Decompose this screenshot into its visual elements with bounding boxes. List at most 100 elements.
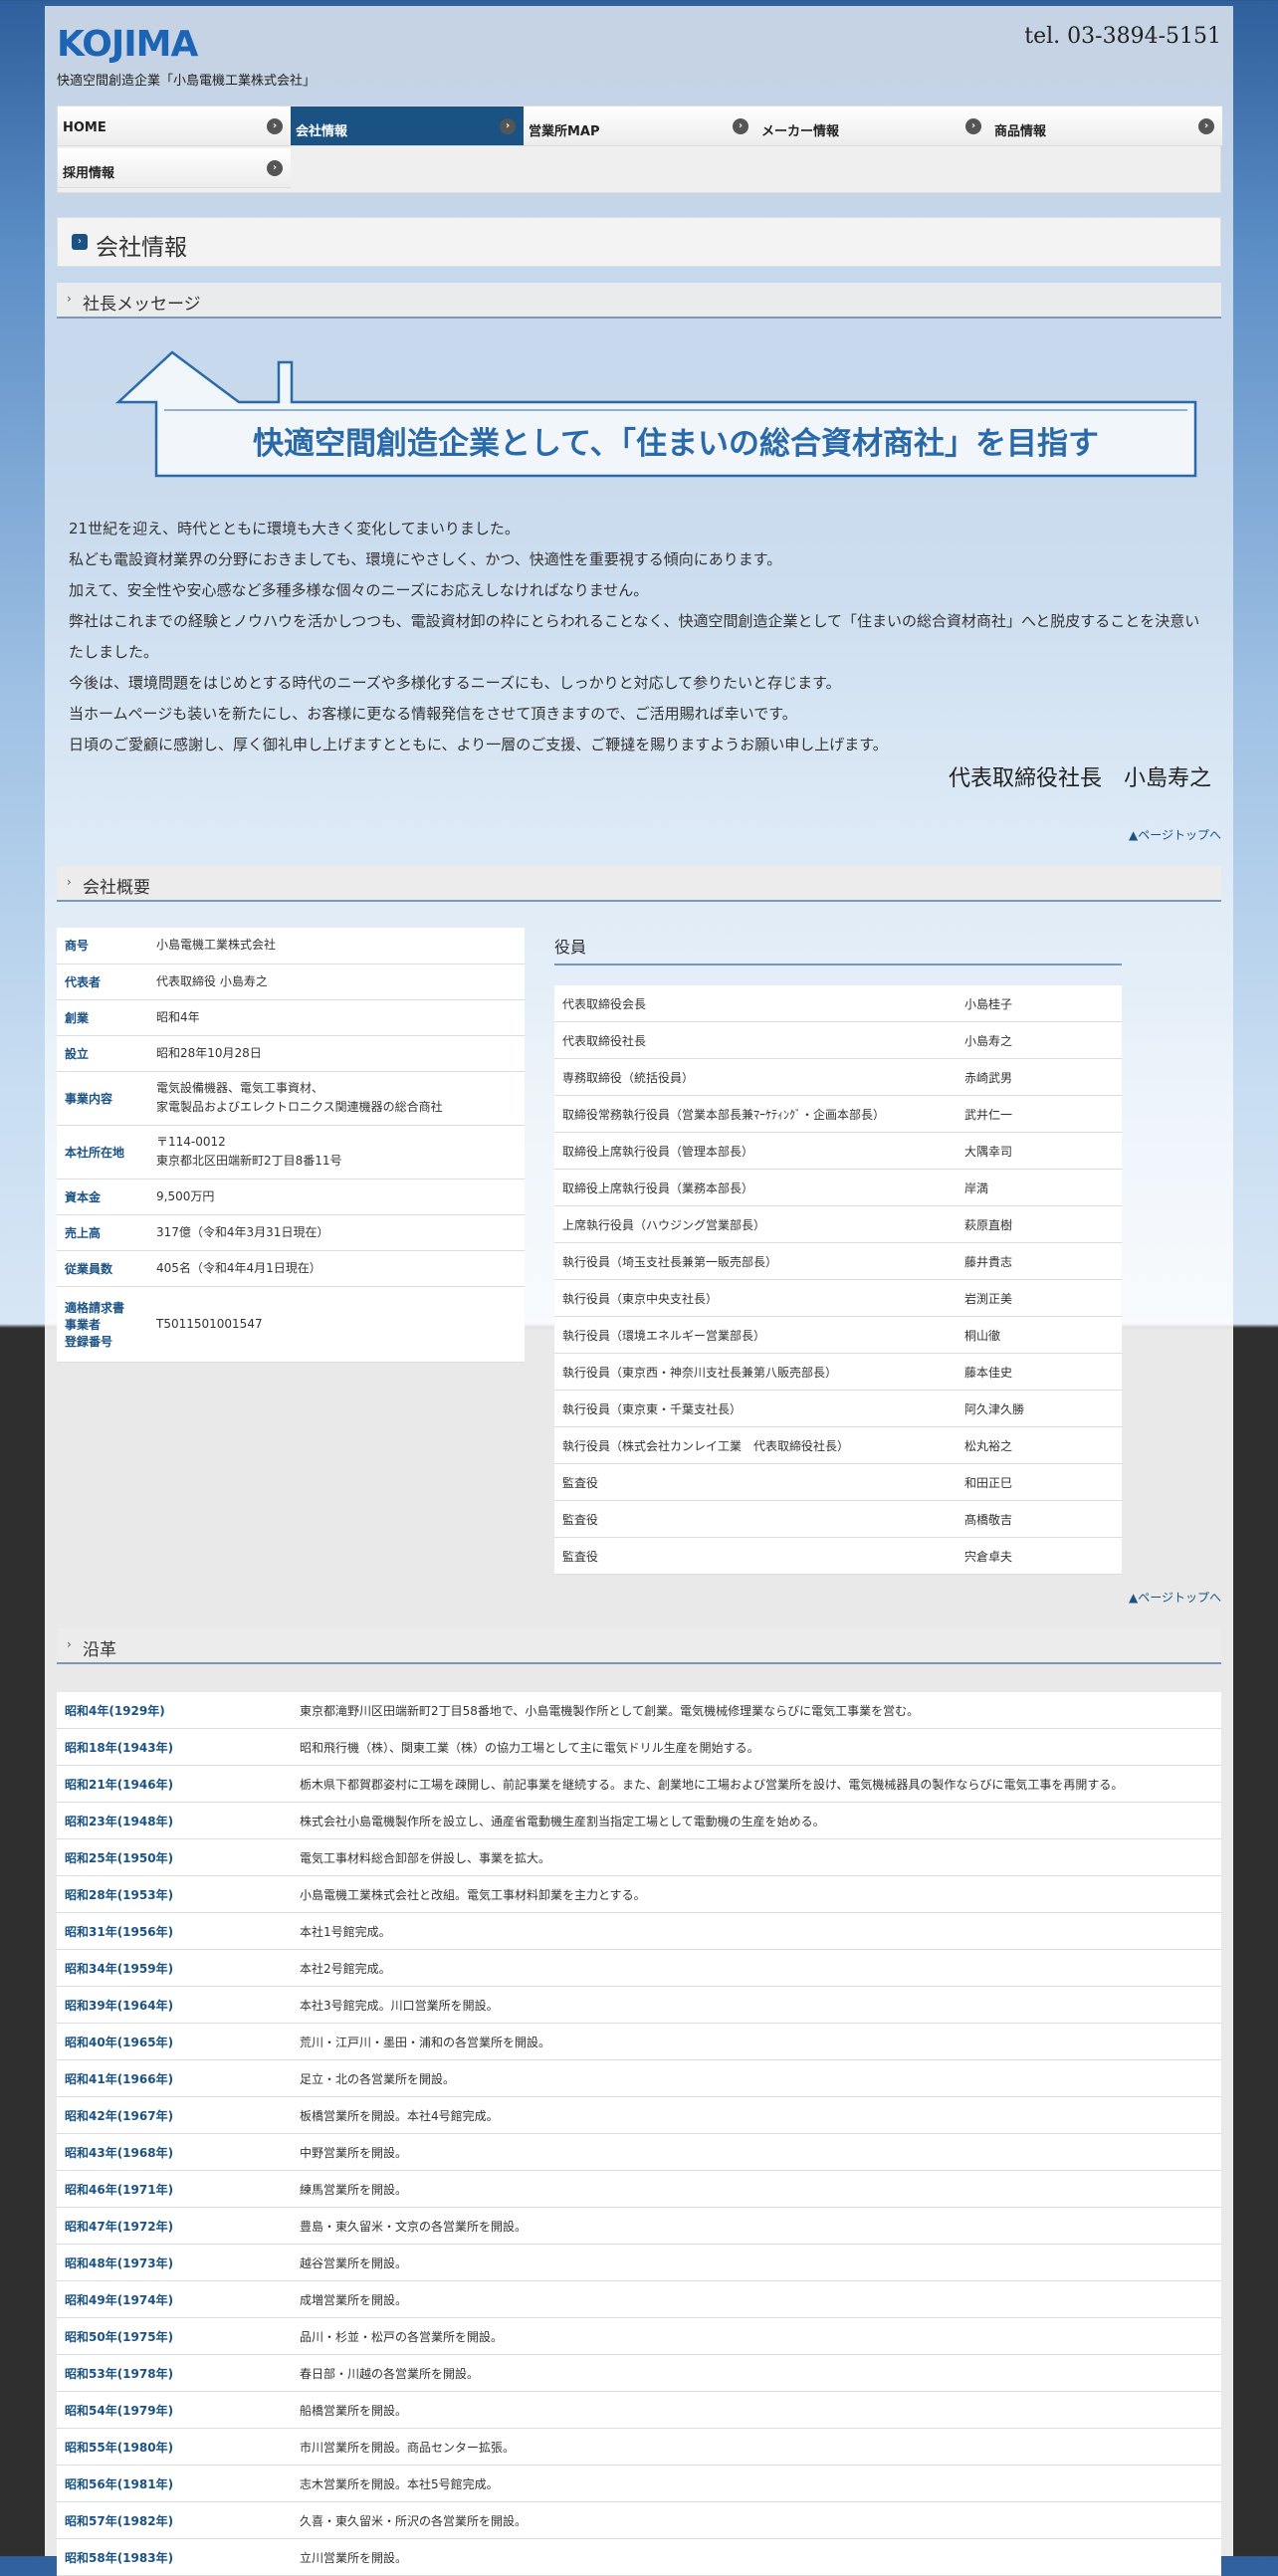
officers-table: 代表取締役会長 小島桂子 代表取締役社長 小島寿之 専務取締役（統括役員） 赤崎武男 取締役… bbox=[554, 985, 1122, 1575]
overview-value: 昭和28年10月28日 bbox=[156, 1045, 262, 1060]
arrow-right-icon: › bbox=[67, 1637, 72, 1651]
history-event: 成増営業所を開設。 bbox=[292, 2280, 1221, 2318]
overview-row: 代表者 代表取締役 小島寿之 bbox=[57, 964, 525, 999]
overview-key: 資本金 bbox=[65, 1189, 102, 1204]
overview-key: 売上高 bbox=[65, 1225, 102, 1240]
message-paragraph: 今後は、環境問題をはじめとする時代のニーズや多様化するニーズにも、しっかりと対応… bbox=[69, 674, 841, 692]
officer-row: 代表取締役社長 小島寿之 bbox=[554, 1021, 1122, 1059]
message-banner: 快適空間創造企業として、「住まいの総合資材商社」を目指す bbox=[105, 344, 1209, 484]
phone-number: tel. 03-3894-5151 bbox=[1024, 24, 1221, 49]
overview-key: 創業 bbox=[65, 1010, 90, 1025]
officer-title: 上席執行役員（ハウジング営業部長） bbox=[554, 1205, 957, 1243]
officers-divider bbox=[554, 964, 1122, 966]
officer-row: 執行役員（株式会社カンレイ工業 代表取締役社長） 松丸裕之 bbox=[554, 1426, 1122, 1464]
overview-row: 適格請求書 事業者 登録番号 T5011501001547 bbox=[57, 1286, 525, 1362]
history-event: 荒川・江戸川・墨田・浦和の各営業所を開設。 bbox=[292, 2023, 1221, 2060]
page-container: KOJIMA 快適空間創造企業「小島電機工業株式会社」 tel. 03-3894… bbox=[45, 6, 1233, 2576]
officer-row: 監査役 髙橋敬吉 bbox=[554, 1500, 1122, 1538]
officer-row: 専務取締役（統括役員） 赤崎武男 bbox=[554, 1058, 1122, 1096]
overview-value: 317億（令和4年3月31日現在） bbox=[156, 1224, 329, 1239]
history-year: 昭和55年(1980年) bbox=[57, 2428, 292, 2466]
chevron-right-icon: › bbox=[965, 118, 981, 134]
officer-row: 執行役員（東京西・神奈川支社長兼第八販売部長） 藤本佳史 bbox=[554, 1353, 1122, 1391]
history-year: 昭和23年(1948年) bbox=[57, 1802, 292, 1839]
history-event: 足立・北の各営業所を開設。 bbox=[292, 2059, 1221, 2097]
nav-item[interactable]: 会社情報 › bbox=[291, 107, 524, 146]
officer-title: 執行役員（東京東・千葉支社長） bbox=[554, 1390, 957, 1427]
history-row: 昭和48年(1973年) 越谷営業所を開設。 bbox=[57, 2244, 1221, 2281]
overview-key: 適格請求書 事業者 登録番号 bbox=[65, 1300, 125, 1349]
history-year: 昭和21年(1946年) bbox=[57, 1765, 292, 1803]
arrow-right-icon: › bbox=[67, 292, 72, 306]
history-row: 昭和21年(1946年) 栃木県下都賀郡姿村に工場を疎開し、前記事業を継続する。ま… bbox=[57, 1765, 1221, 1803]
officer-name: 萩原直樹 bbox=[957, 1205, 1122, 1243]
history-year: 昭和56年(1981年) bbox=[57, 2465, 292, 2502]
history-row: 昭和42年(1967年) 板橋営業所を開設。本社4号館完成。 bbox=[57, 2096, 1221, 2134]
history-year: 昭和58年(1983年) bbox=[57, 2538, 292, 2576]
history-event: 本社1号館完成。 bbox=[292, 1912, 1221, 1950]
overview-key: 従業員数 bbox=[65, 1261, 113, 1276]
nav-item[interactable]: メーカー情報 › bbox=[756, 107, 989, 146]
chevron-right-icon: › bbox=[500, 118, 516, 134]
nav-item[interactable]: 営業所MAP › bbox=[524, 107, 756, 146]
officer-name: 宍倉卓夫 bbox=[957, 1537, 1122, 1575]
nav-item[interactable]: 採用情報 › bbox=[58, 148, 291, 188]
officer-title: 執行役員（埼玉支社長兼第一販売部長） bbox=[554, 1242, 957, 1280]
history-year: 昭和40年(1965年) bbox=[57, 2023, 292, 2060]
history-row: 昭和56年(1981年) 志木営業所を開設。本社5号館完成。 bbox=[57, 2465, 1221, 2502]
chevron-right-icon: › bbox=[267, 118, 283, 134]
officer-row: 代表取締役会長 小島桂子 bbox=[554, 985, 1122, 1022]
history-row: 昭和54年(1979年) 船橋営業所を開設。 bbox=[57, 2391, 1221, 2429]
history-row: 昭和49年(1974年) 成増営業所を開設。 bbox=[57, 2280, 1221, 2318]
history-event: 市川営業所を開設。商品センター拡張。 bbox=[292, 2428, 1221, 2466]
main-nav: HOME › 会社情報 › 営業所MAP › メーカー情報 › 商品情報 › 採用情報 › bbox=[57, 106, 1222, 193]
officer-title: 代表取締役会長 bbox=[554, 985, 957, 1022]
nav-item[interactable]: HOME › bbox=[58, 107, 291, 146]
overview-row: 設立 昭和28年10月28日 bbox=[57, 1035, 525, 1071]
officer-row: 上席執行役員（ハウジング営業部長） 萩原直樹 bbox=[554, 1205, 1122, 1243]
page-top-link[interactable]: ▲ページトップへ bbox=[1129, 1589, 1221, 1606]
history-row: 昭和53年(1978年) 春日部・川越の各営業所を開設。 bbox=[57, 2354, 1221, 2392]
officer-row: 監査役 宍倉卓夫 bbox=[554, 1537, 1122, 1575]
history-row: 昭和50年(1975年) 品川・杉並・松戸の各営業所を開設。 bbox=[57, 2317, 1221, 2355]
history-row: 昭和25年(1950年) 電気工事材料総合卸部を併設し、事業を拡大。 bbox=[57, 1838, 1221, 1876]
house-outline-icon bbox=[114, 350, 1197, 478]
overview-value: 昭和4年 bbox=[156, 1009, 200, 1024]
nav-item-label: 採用情報 bbox=[63, 166, 115, 181]
history-event: 電気工事材料総合卸部を併設し、事業を拡大。 bbox=[292, 1838, 1221, 1876]
history-row: 昭和4年(1929年) 東京都滝野川区田端新町2丁目58番地で、小島電機製作所とし… bbox=[57, 1692, 1221, 1729]
history-row: 昭和43年(1968年) 中野営業所を開設。 bbox=[57, 2133, 1221, 2171]
history-event: 豊島・東久留米・文京の各営業所を開設。 bbox=[292, 2207, 1221, 2245]
chevron-right-icon: › bbox=[733, 118, 748, 134]
page-title: 会社情報 bbox=[96, 235, 187, 261]
history-event: 越谷営業所を開設。 bbox=[292, 2244, 1221, 2281]
officer-name: 赤崎武男 bbox=[957, 1058, 1122, 1096]
company-logo[interactable]: KOJIMA bbox=[57, 24, 198, 65]
history-row: 昭和41年(1966年) 足立・北の各営業所を開設。 bbox=[57, 2059, 1221, 2097]
officer-row: 取締役上席執行役員（管理本部長） 大隅幸司 bbox=[554, 1132, 1122, 1170]
section-header-history: › 沿革 bbox=[57, 1628, 1221, 1664]
nav-item[interactable]: 商品情報 › bbox=[989, 107, 1222, 146]
nav-item-label: 商品情報 bbox=[994, 124, 1047, 139]
message-paragraph: 日頃のご愛顧に感謝し、厚く御礼申し上げますとともに、より一層のご支援、ご鞭撻を賜… bbox=[69, 736, 888, 753]
overview-row: 売上高 317億（令和4年3月31日現在） bbox=[57, 1214, 525, 1250]
history-year: 昭和25年(1950年) bbox=[57, 1838, 292, 1876]
history-event: 本社2号館完成。 bbox=[292, 1949, 1221, 1987]
overview-value: 電気設備機器、電気工事資材、 家電製品およびエレクトロニクス関連機器の総合商社 bbox=[156, 1081, 443, 1114]
overview-key: 商号 bbox=[65, 939, 90, 954]
history-event: 立川営業所を開設。 bbox=[292, 2538, 1221, 2576]
officer-title: 執行役員（東京西・神奈川支社長兼第八販売部長） bbox=[554, 1353, 957, 1391]
overview-value: 9,500万円 bbox=[156, 1188, 215, 1203]
message-paragraph: 当ホームページも装いを新たにし、お客様に更なる情報発信をさせて頂きますので、ご活… bbox=[69, 705, 797, 723]
officer-row: 監査役 和田正巳 bbox=[554, 1463, 1122, 1501]
overview-row: 資本金 9,500万円 bbox=[57, 1179, 525, 1214]
overview-row: 従業員数 405名（令和4年4月1日現在） bbox=[57, 1250, 525, 1286]
history-event: 小島電機工業株式会社と改組。電気工事材料卸業を主力とする。 bbox=[292, 1875, 1221, 1913]
message-paragraph: 私ども電設資材業界の分野におきましても、環境にやさしく、かつ、快適性を重要視する… bbox=[69, 550, 782, 568]
officer-row: 取締役上席執行役員（業務本部長） 岸満 bbox=[554, 1169, 1122, 1206]
history-event: 春日部・川越の各営業所を開設。 bbox=[292, 2354, 1221, 2392]
history-year: 昭和42年(1967年) bbox=[57, 2096, 292, 2134]
page-top-link[interactable]: ▲ページトップへ bbox=[1129, 826, 1221, 843]
president-signature: 代表取締役社長 小島寿之 bbox=[948, 766, 1211, 791]
history-row: 昭和57年(1982年) 久喜・東久留米・所沢の各営業所を開設。 bbox=[57, 2501, 1221, 2539]
